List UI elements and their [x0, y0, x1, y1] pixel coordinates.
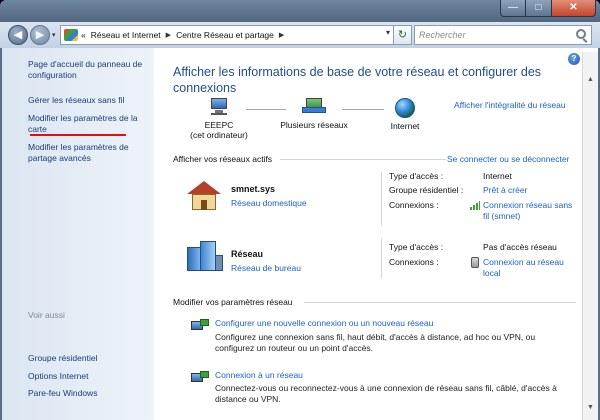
setup-connection-link[interactable]: Configurer une nouvelle connexion ou un …	[215, 318, 433, 328]
multiple-networks-icon	[302, 98, 326, 116]
close-button[interactable]: ✕	[552, 0, 596, 17]
access-type-value: Pas d'accès réseau	[483, 242, 557, 252]
sidebar-item-internet-options[interactable]: Options Internet	[28, 371, 152, 382]
access-type-label: Type d'accès :	[389, 242, 444, 252]
control-panel-icon	[64, 29, 78, 41]
setup-connection-description: Configurez une connexion sans fil, haut …	[215, 332, 536, 353]
divider	[280, 159, 446, 160]
network-name: Réseau	[231, 249, 264, 259]
address-bar[interactable]: « Réseau et Internet ▶ Centre Réseau et …	[60, 25, 394, 45]
network-name: smnet.sys	[231, 184, 276, 194]
window-controls: — □ ✕	[500, 0, 596, 18]
scroll-up-icon[interactable]: ▲	[587, 76, 594, 83]
settings-heading: Modifier vos paramètres réseau	[173, 297, 293, 307]
sidebar-item-windows-firewall[interactable]: Pare-feu Windows	[28, 388, 152, 399]
forward-button[interactable]: ▶	[30, 25, 50, 45]
wifi-signal-icon	[470, 201, 480, 210]
homegroup-label: Groupe résidentiel :	[389, 185, 464, 195]
network-type-link[interactable]: Réseau domestique	[231, 198, 307, 208]
recent-pages-dropdown[interactable]: ▾	[52, 31, 56, 39]
page-title: Afficher les informations de base de vot…	[173, 65, 542, 95]
access-type-label: Type d'accès :	[389, 171, 444, 181]
local-connection-link[interactable]: Connexion au réseau local	[483, 257, 579, 278]
node-sublabel: (cet ordinateur)	[190, 130, 248, 140]
ethernet-plug-icon	[471, 257, 479, 268]
sidebar-item-control-panel-home[interactable]: Page d'accueil du panneau de configurati…	[28, 59, 152, 80]
house-icon	[187, 181, 221, 211]
navigation-bar: ◀ ▶ ▾ « Réseau et Internet ▶ Centre Rése…	[0, 22, 600, 48]
help-icon[interactable]: ?	[568, 53, 580, 65]
address-overflow[interactable]: «	[81, 30, 86, 40]
breadcrumb-network-internet[interactable]: Réseau et Internet	[91, 30, 161, 40]
explorer-window: — □ ✕ ◀ ▶ ▾ « Réseau et Internet ▶ Centr…	[0, 0, 600, 420]
highlight-underline	[30, 134, 126, 136]
divider	[381, 238, 382, 278]
network-node-computer[interactable]: EEEPC (cet ordinateur)	[174, 98, 264, 140]
main-content: ? ▲ ▼ Afficher les informations de base …	[154, 48, 598, 420]
address-dropdown-icon[interactable]: ▾	[386, 28, 390, 37]
node-label: EEEPC	[204, 120, 234, 130]
chevron-right-icon[interactable]: ▶	[279, 31, 284, 39]
node-label: Plusieurs réseaux	[280, 120, 348, 130]
breadcrumb-network-sharing-center[interactable]: Centre Réseau et partage	[176, 30, 274, 40]
see-also-heading: Voir aussi	[28, 310, 65, 320]
connect-network-link[interactable]: Connexion à un réseau	[215, 370, 303, 380]
network-node-internet[interactable]: Internet	[372, 98, 438, 131]
access-type-value: Internet	[483, 171, 512, 181]
wireless-connection-link[interactable]: Connexion réseau sans fil (smnet)	[483, 200, 579, 221]
new-connection-icon	[191, 319, 209, 333]
connect-disconnect-link[interactable]: Se connecter ou se déconnecter	[447, 154, 569, 164]
sidebar-item-homegroup[interactable]: Groupe résidentiel	[28, 353, 152, 364]
network-node-multiple[interactable]: Plusieurs réseaux	[269, 98, 359, 130]
sidebar-item-adapter-settings[interactable]: Modifier les paramètres de la carte	[28, 113, 152, 134]
minimize-button[interactable]: —	[500, 0, 526, 17]
connect-network-icon	[191, 371, 209, 385]
divider	[381, 172, 382, 226]
connect-network-description: Connectez-vous ou reconnectez-vous à une…	[215, 383, 557, 404]
divider	[304, 302, 576, 303]
title-bar[interactable]: — □ ✕	[0, 0, 600, 22]
back-button[interactable]: ◀	[8, 25, 28, 45]
search-box[interactable]	[414, 25, 592, 45]
office-building-icon	[187, 241, 223, 271]
sidebar-item-advanced-sharing[interactable]: Modifier les paramètres de partage avanc…	[28, 142, 152, 163]
view-full-map-link[interactable]: Afficher l'intégralité du réseau	[454, 100, 566, 110]
connections-label: Connexions :	[389, 257, 439, 267]
active-networks-heading: Afficher vos réseaux actifs	[173, 154, 273, 164]
chevron-right-icon[interactable]: ▶	[166, 31, 171, 39]
search-icon[interactable]	[576, 29, 586, 39]
scroll-down-icon[interactable]: ▼	[587, 404, 594, 411]
sidebar-item-manage-wireless[interactable]: Gérer les réseaux sans fil	[28, 95, 152, 106]
node-label: Internet	[390, 121, 420, 131]
maximize-button[interactable]: □	[526, 0, 552, 17]
network-type-link[interactable]: Réseau de bureau	[231, 263, 301, 273]
computer-icon	[208, 98, 230, 116]
search-input[interactable]	[415, 26, 565, 44]
globe-icon	[395, 98, 415, 118]
sidebar: Page d'accueil du panneau de configurati…	[2, 48, 154, 420]
homegroup-link[interactable]: Prêt à créer	[483, 185, 527, 196]
refresh-button[interactable]: ↻	[394, 25, 412, 45]
connections-label: Connexions :	[389, 200, 439, 210]
vertical-scrollbar[interactable]: ▲ ▼	[582, 52, 598, 420]
